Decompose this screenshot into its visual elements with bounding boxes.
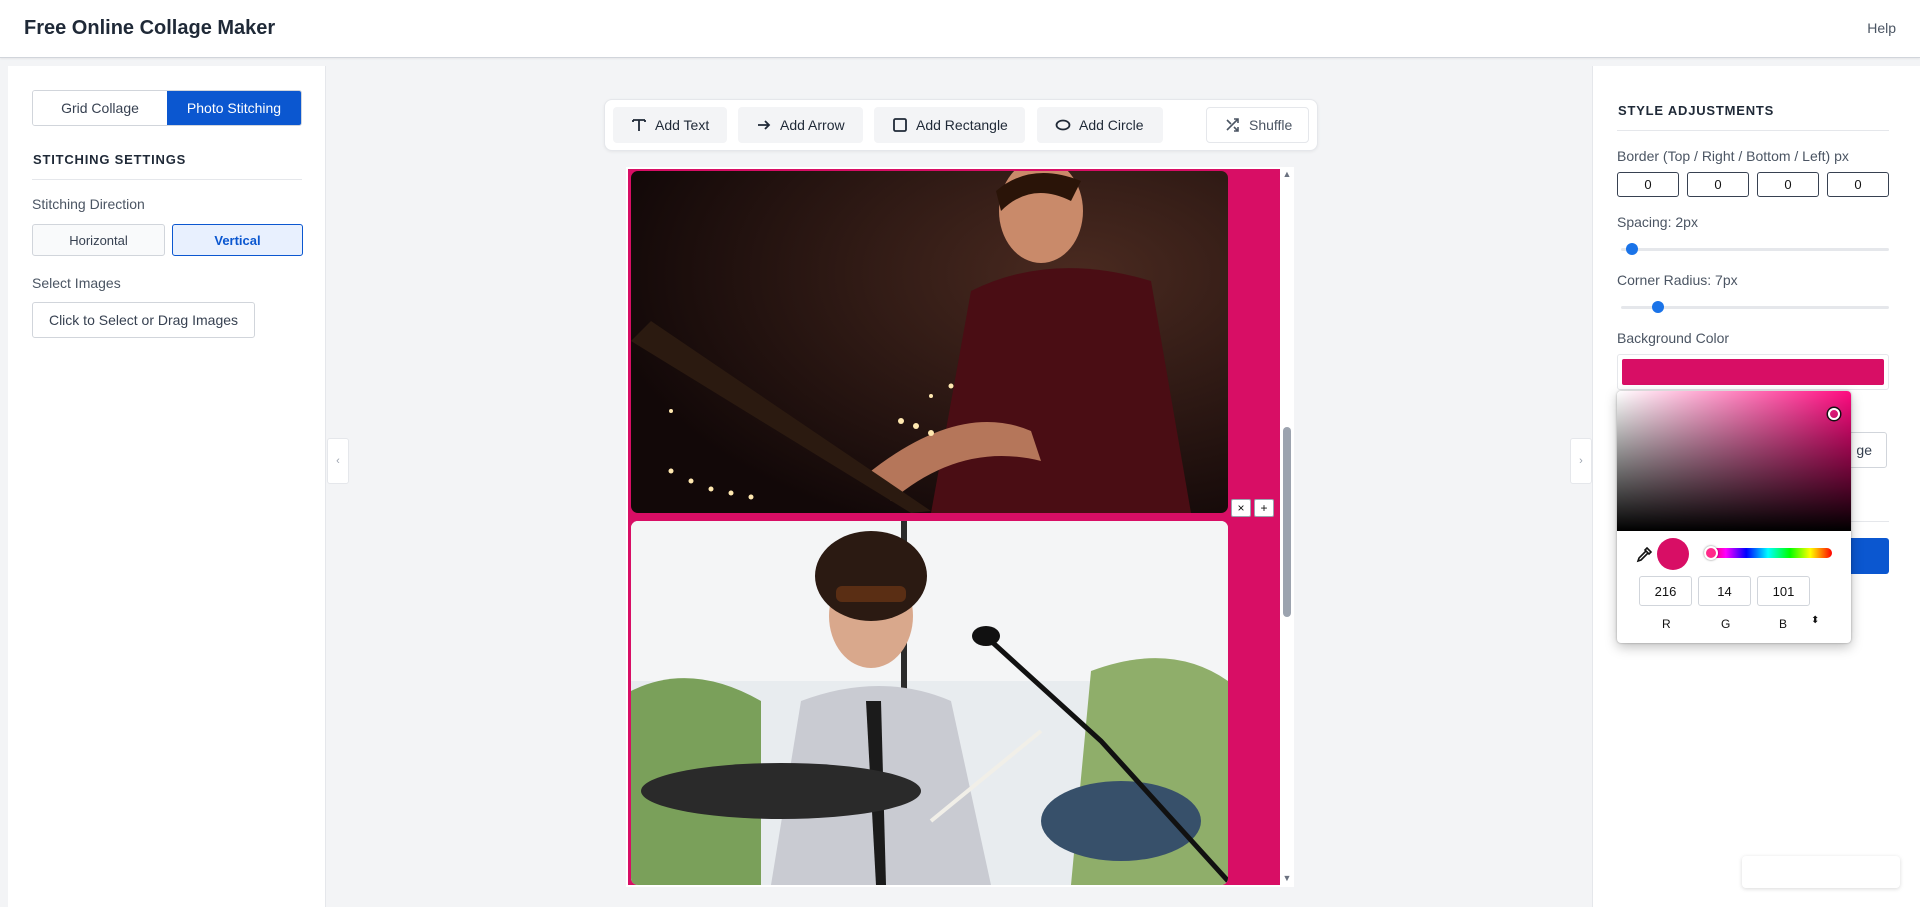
collage-canvas[interactable]: × +: [628, 169, 1280, 885]
spacing-slider-thumb[interactable]: [1626, 243, 1638, 255]
corner-radius-slider-thumb[interactable]: [1652, 301, 1664, 313]
canvas-scrollbar[interactable]: ▲ ▼: [1280, 167, 1294, 887]
scroll-up-icon[interactable]: ▲: [1282, 169, 1292, 179]
green-input[interactable]: [1698, 576, 1751, 606]
hue-slider-thumb[interactable]: [1704, 546, 1718, 560]
corner-radius-label: Corner Radius: 7px: [1617, 272, 1738, 288]
stitching-settings-title: STITCHING SETTINGS: [33, 152, 187, 167]
chevron-left-icon: ‹: [336, 455, 340, 467]
scroll-down-icon[interactable]: ▼: [1282, 873, 1292, 883]
scrollbar-thumb[interactable]: [1283, 427, 1291, 617]
red-input[interactable]: [1639, 576, 1692, 606]
canvas-toolbar: Add Text Add Arrow Add Rectangle Add Cir…: [604, 99, 1318, 151]
ellipse-icon: [1055, 119, 1071, 131]
square-icon: [893, 118, 907, 132]
style-adjustments-title: STYLE ADJUSTMENTS: [1618, 103, 1775, 118]
border-top-input[interactable]: [1617, 172, 1679, 197]
remove-image-button[interactable]: ×: [1231, 499, 1251, 517]
chevron-right-icon: ›: [1579, 455, 1583, 467]
tab-photo-stitching[interactable]: Photo Stitching: [167, 91, 301, 125]
add-rectangle-label: Add Rectangle: [916, 117, 1008, 133]
mode-tabs: Grid Collage Photo Stitching: [32, 90, 302, 126]
add-circle-button[interactable]: Add Circle: [1037, 107, 1163, 143]
divider: [32, 179, 302, 180]
collapse-left-panel-handle[interactable]: ‹: [327, 438, 349, 484]
app-title: Free Online Collage Maker: [24, 17, 276, 39]
select-images-button[interactable]: Click to Select or Drag Images: [32, 302, 255, 338]
background-color-fill: [1622, 359, 1884, 385]
green-label: G: [1721, 617, 1731, 631]
guitarist-photo-image: [631, 171, 1228, 513]
color-preview: [1657, 538, 1689, 570]
add-image-button[interactable]: +: [1254, 499, 1274, 517]
canvas-container: × + ▲ ▼: [626, 167, 1294, 887]
partially-hidden-button-label: ge: [1856, 442, 1872, 458]
add-text-label: Add Text: [655, 117, 710, 133]
stitched-photo-drummer[interactable]: [631, 521, 1228, 885]
add-text-button[interactable]: Add Text: [613, 107, 727, 143]
hue-slider[interactable]: [1704, 548, 1832, 558]
spacing-slider[interactable]: [1621, 248, 1889, 251]
direction-horizontal-button[interactable]: Horizontal: [32, 224, 165, 256]
shuffle-button[interactable]: Shuffle: [1206, 107, 1309, 143]
tab-grid-collage[interactable]: Grid Collage: [33, 91, 167, 125]
saturation-cursor[interactable]: [1828, 408, 1840, 420]
background-color-swatch[interactable]: [1617, 354, 1889, 390]
border-left-input[interactable]: [1827, 172, 1889, 197]
stitched-photo-guitarist[interactable]: [631, 171, 1228, 513]
shuffle-label: Shuffle: [1249, 117, 1293, 133]
blue-input[interactable]: [1757, 576, 1810, 606]
background-color-label: Background Color: [1617, 330, 1730, 346]
red-label: R: [1662, 617, 1671, 631]
border-right-input[interactable]: [1687, 172, 1749, 197]
help-link[interactable]: Help: [1867, 20, 1896, 36]
saturation-area[interactable]: [1617, 391, 1851, 531]
notification-box: [1742, 856, 1900, 888]
add-circle-label: Add Circle: [1079, 117, 1144, 133]
drummer-photo-image: [631, 521, 1228, 885]
color-picker-popover: R G B ⬍: [1617, 391, 1851, 643]
divider: [1617, 130, 1889, 131]
color-format-toggle-icon[interactable]: ⬍: [1811, 615, 1819, 626]
text-icon: [632, 119, 646, 131]
select-images-label: Select Images: [32, 275, 121, 291]
left-sidebar: Grid Collage Photo Stitching STITCHING S…: [8, 66, 326, 907]
eyedropper-icon[interactable]: [1635, 546, 1653, 564]
direction-vertical-button[interactable]: Vertical: [172, 224, 303, 256]
arrow-right-icon: [758, 120, 771, 130]
spacing-label: Spacing: 2px: [1617, 214, 1698, 230]
add-arrow-button[interactable]: Add Arrow: [738, 107, 863, 143]
border-label: Border (Top / Right / Bottom / Left) px: [1617, 148, 1849, 164]
add-rectangle-button[interactable]: Add Rectangle: [874, 107, 1025, 143]
collapse-right-panel-handle[interactable]: ›: [1570, 438, 1592, 484]
border-bottom-input[interactable]: [1757, 172, 1819, 197]
app-header: Free Online Collage Maker Help: [0, 0, 1920, 58]
add-arrow-label: Add Arrow: [780, 117, 845, 133]
stitching-direction-label: Stitching Direction: [32, 196, 145, 212]
blue-label: B: [1779, 617, 1788, 631]
shuffle-icon: [1226, 118, 1239, 132]
